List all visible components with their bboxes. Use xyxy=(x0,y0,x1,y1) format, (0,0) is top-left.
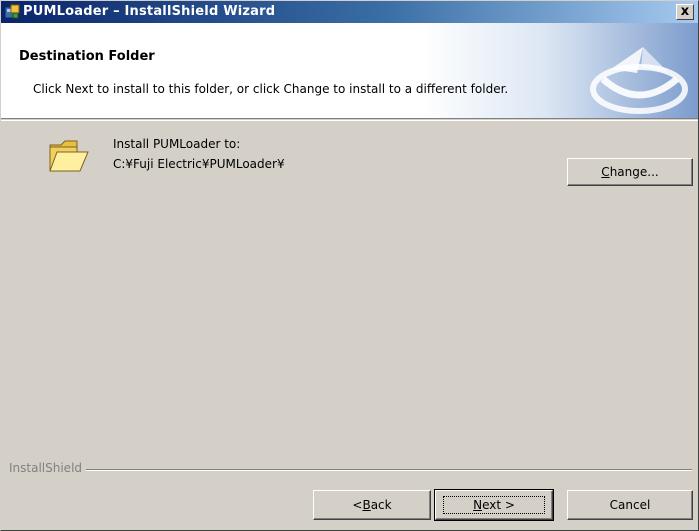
next-button[interactable]: Next > xyxy=(434,489,554,521)
window-title: PUMLoader – InstallShield Wizard xyxy=(23,4,276,19)
change-button-label: Change... xyxy=(601,159,658,185)
installer-icon xyxy=(4,4,20,19)
install-label: Install PUMLoader to: xyxy=(113,137,241,151)
footer-divider xyxy=(9,469,692,471)
back-button[interactable]: < Back xyxy=(313,490,431,520)
title-bar[interactable]: PUMLoader – InstallShield Wizard x xyxy=(1,1,698,23)
cancel-button-label: Cancel xyxy=(609,498,651,512)
installshield-logo-icon xyxy=(590,47,688,114)
install-path: C:¥Fuji Electric¥PUMLoader¥ xyxy=(113,157,285,171)
banner-divider xyxy=(1,120,698,121)
focus-rectangle xyxy=(443,496,545,514)
back-prefix: < xyxy=(352,498,363,512)
close-icon: x xyxy=(680,4,690,19)
installer-window: PUMLoader – InstallShield Wizard x Desti… xyxy=(0,0,699,531)
cancel-button[interactable]: Cancel xyxy=(567,490,693,520)
back-button-label: < Back xyxy=(352,491,391,519)
change-rest: hange... xyxy=(609,165,659,179)
installshield-brand-label: InstallShield xyxy=(9,461,87,475)
page-subtitle: Click Next to install to this folder, or… xyxy=(33,82,509,96)
header-banner: Destination Folder Click Next to install… xyxy=(1,23,698,119)
back-rest: ack xyxy=(370,498,392,512)
change-button[interactable]: Change... xyxy=(567,158,693,186)
page-title: Destination Folder xyxy=(19,49,155,64)
change-mnemonic: C xyxy=(601,165,610,179)
close-button[interactable]: x xyxy=(676,4,694,20)
folder-icon xyxy=(49,140,89,172)
back-mnemonic: B xyxy=(362,498,371,512)
